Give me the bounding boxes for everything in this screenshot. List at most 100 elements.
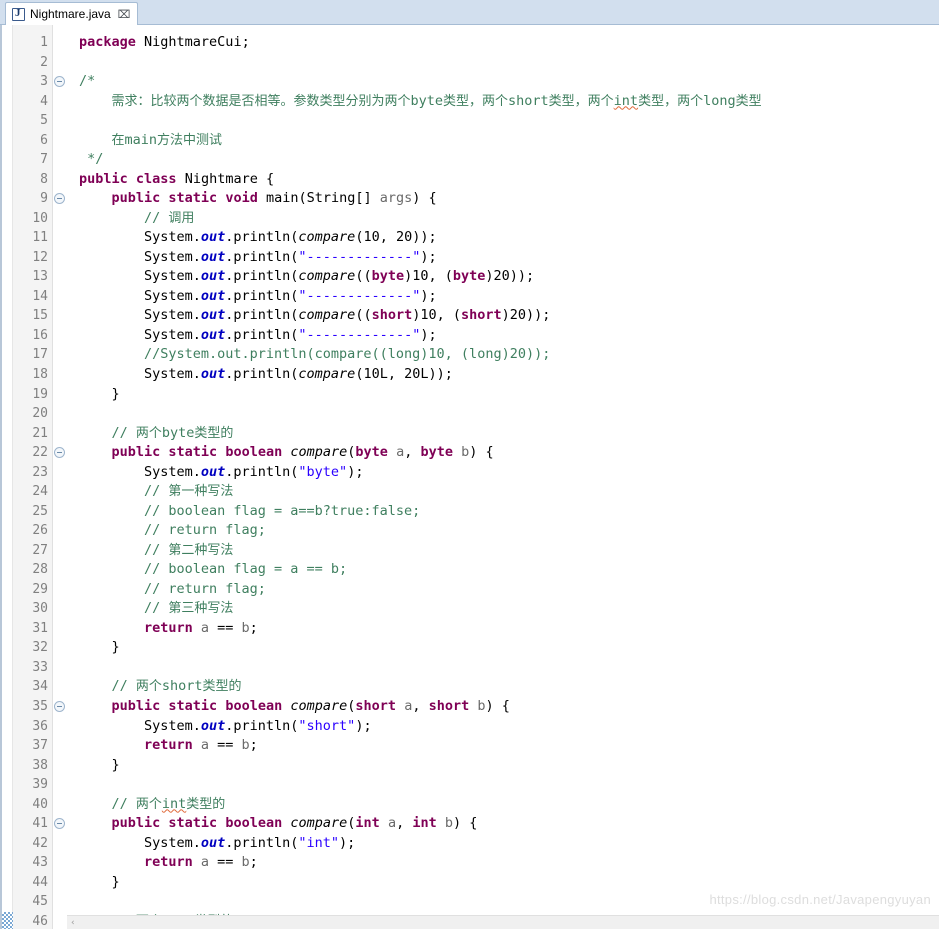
code-line[interactable]: return a == b; — [144, 736, 258, 756]
line-number: 44 — [32, 874, 48, 890]
code-line[interactable]: 在main方法中测试 — [111, 131, 222, 151]
code-line[interactable]: System.out.println("byte"); — [144, 463, 364, 483]
line-number: 21 — [32, 425, 48, 441]
line-number: 38 — [32, 757, 48, 773]
line-number: 37 — [32, 738, 48, 754]
code-line[interactable]: System.out.println(compare((short)10, (s… — [144, 306, 550, 326]
eclipse-java-editor-window: Nightmare.java ⌧ 12345678910111213141516… — [0, 0, 939, 929]
line-number: 45 — [32, 894, 48, 910]
code-line[interactable]: public class Nightmare { — [79, 170, 274, 190]
line-number: 23 — [32, 464, 48, 480]
editor-tab-label: Nightmare.java — [30, 7, 111, 21]
line-number: 1 — [40, 35, 48, 50]
line-number: 46 — [32, 913, 48, 929]
code-line[interactable]: } — [111, 385, 119, 405]
code-line[interactable]: // 第二种写法 — [144, 541, 233, 561]
horizontal-scrollbar[interactable]: ‹ — [67, 915, 939, 929]
line-number: 35 — [32, 699, 48, 715]
folding-ruler[interactable] — [53, 25, 67, 929]
fold-collapse-icon[interactable] — [54, 76, 65, 88]
editor-tab-nightmare-java[interactable]: Nightmare.java ⌧ — [5, 2, 139, 25]
fold-collapse-icon[interactable] — [54, 701, 65, 713]
code-line[interactable]: public static boolean compare(short a, s… — [111, 697, 509, 717]
line-number: 32 — [32, 640, 48, 656]
code-line[interactable]: System.out.println("-------------"); — [144, 248, 437, 268]
line-number: 9 — [40, 191, 48, 207]
line-number: 42 — [32, 835, 48, 851]
code-line[interactable]: package NightmareCui; — [79, 33, 250, 53]
code-line[interactable]: System.out.println("-------------"); — [144, 326, 437, 346]
line-number: 24 — [32, 484, 48, 500]
fold-collapse-icon[interactable] — [54, 818, 65, 830]
line-number: 33 — [32, 659, 48, 675]
code-editor[interactable]: 1 2 3 4 5 6 7 8 9 10 11 12 13 14 15 16 17 18 19 20 21 22 23 24 2… — [0, 25, 939, 929]
line-number: 3 — [40, 74, 48, 90]
line-number: 26 — [32, 523, 48, 539]
code-line[interactable]: // return flag; — [144, 521, 266, 541]
code-line[interactable]: public static void main(String[] args) { — [111, 189, 436, 209]
code-line[interactable]: // 第一种写法 — [144, 482, 233, 502]
line-number: 15 — [32, 308, 48, 324]
scroll-left-arrow-icon[interactable]: ‹ — [71, 919, 75, 928]
line-number: 43 — [32, 855, 48, 871]
code-line[interactable]: System.out.println("short"); — [144, 717, 372, 737]
code-line[interactable]: public static boolean compare(byte a, by… — [111, 443, 493, 463]
code-line[interactable]: // boolean flag = a==b?true:false; — [144, 502, 420, 522]
ruler-edge — [0, 25, 2, 929]
line-number: 7 — [40, 152, 48, 168]
line-number: 36 — [32, 718, 48, 734]
editor-tab-bar: Nightmare.java ⌧ — [0, 0, 939, 25]
code-line[interactable]: // 两个byte类型的 — [111, 424, 233, 444]
change-indicator — [2, 911, 13, 929]
code-line[interactable]: // 调用 — [144, 209, 194, 229]
java-file-icon — [12, 6, 25, 21]
code-line[interactable]: /* — [79, 72, 95, 92]
line-number: 25 — [32, 503, 48, 519]
code-line[interactable]: } — [111, 756, 119, 776]
code-line[interactable]: return a == b; — [144, 853, 258, 873]
code-line[interactable]: // 两个short类型的 — [111, 677, 241, 697]
code-line[interactable]: return a == b; — [144, 619, 258, 639]
line-number: 31 — [32, 620, 48, 636]
code-line[interactable]: System.out.println("int"); — [144, 834, 355, 854]
line-number: 20 — [32, 406, 48, 422]
code-line[interactable]: // 第三种写法 — [144, 599, 233, 619]
line-number: 34 — [32, 679, 48, 695]
code-line[interactable]: } — [111, 638, 119, 658]
code-line[interactable]: // 两个int类型的 — [111, 795, 225, 815]
fold-collapse-icon[interactable] — [54, 447, 65, 459]
line-number: 18 — [32, 367, 48, 382]
code-line[interactable]: 需求：比较两个数据是否相等。参数类型分别为两个byte类型，两个short类型，… — [111, 92, 761, 112]
code-line[interactable]: // return flag; — [144, 580, 266, 600]
close-icon[interactable]: ⌧ — [118, 9, 131, 20]
line-number: 40 — [32, 796, 48, 812]
line-number: 16 — [32, 327, 48, 343]
line-number: 8 — [40, 171, 48, 187]
line-number: 10 — [32, 210, 48, 226]
code-line[interactable]: */ — [87, 150, 103, 170]
fold-collapse-icon[interactable] — [54, 193, 65, 205]
source-code-area[interactable]: package NightmareCui; /* 需求：比较两个数据是否相等。参数类… — [67, 25, 939, 929]
line-number: 12 — [32, 249, 48, 265]
code-line[interactable]: public static boolean compare(int a, int… — [111, 814, 477, 834]
code-line[interactable]: //System.out.println(compare((long)10, (… — [144, 345, 550, 365]
code-line[interactable]: System.out.println("-------------"); — [144, 287, 437, 307]
line-number: 14 — [32, 288, 48, 304]
line-number: 4 — [40, 93, 48, 109]
line-number: 27 — [32, 542, 48, 558]
line-number: 11 — [32, 230, 48, 246]
line-number: 5 — [40, 113, 48, 129]
code-line[interactable]: System.out.println(compare((byte)10, (by… — [144, 267, 534, 287]
line-number: 13 — [32, 269, 48, 285]
line-number: 29 — [32, 581, 48, 597]
line-number-ruler: 1 2 3 4 5 6 7 8 9 10 11 12 13 14 15 16 17 18 19 20 21 22 23 24 2… — [13, 25, 53, 929]
code-line[interactable]: } — [111, 873, 119, 893]
code-line[interactable]: // boolean flag = a == b; — [144, 560, 347, 580]
line-number: 30 — [32, 601, 48, 617]
annotation-ruler[interactable] — [0, 25, 13, 929]
line-number: 22 — [32, 445, 48, 461]
line-number: 17 — [32, 347, 48, 363]
code-line[interactable]: System.out.println(compare(10L, 20L)); — [144, 365, 453, 385]
code-line[interactable]: System.out.println(compare(10, 20)); — [144, 228, 437, 248]
line-number: 2 — [40, 54, 48, 70]
